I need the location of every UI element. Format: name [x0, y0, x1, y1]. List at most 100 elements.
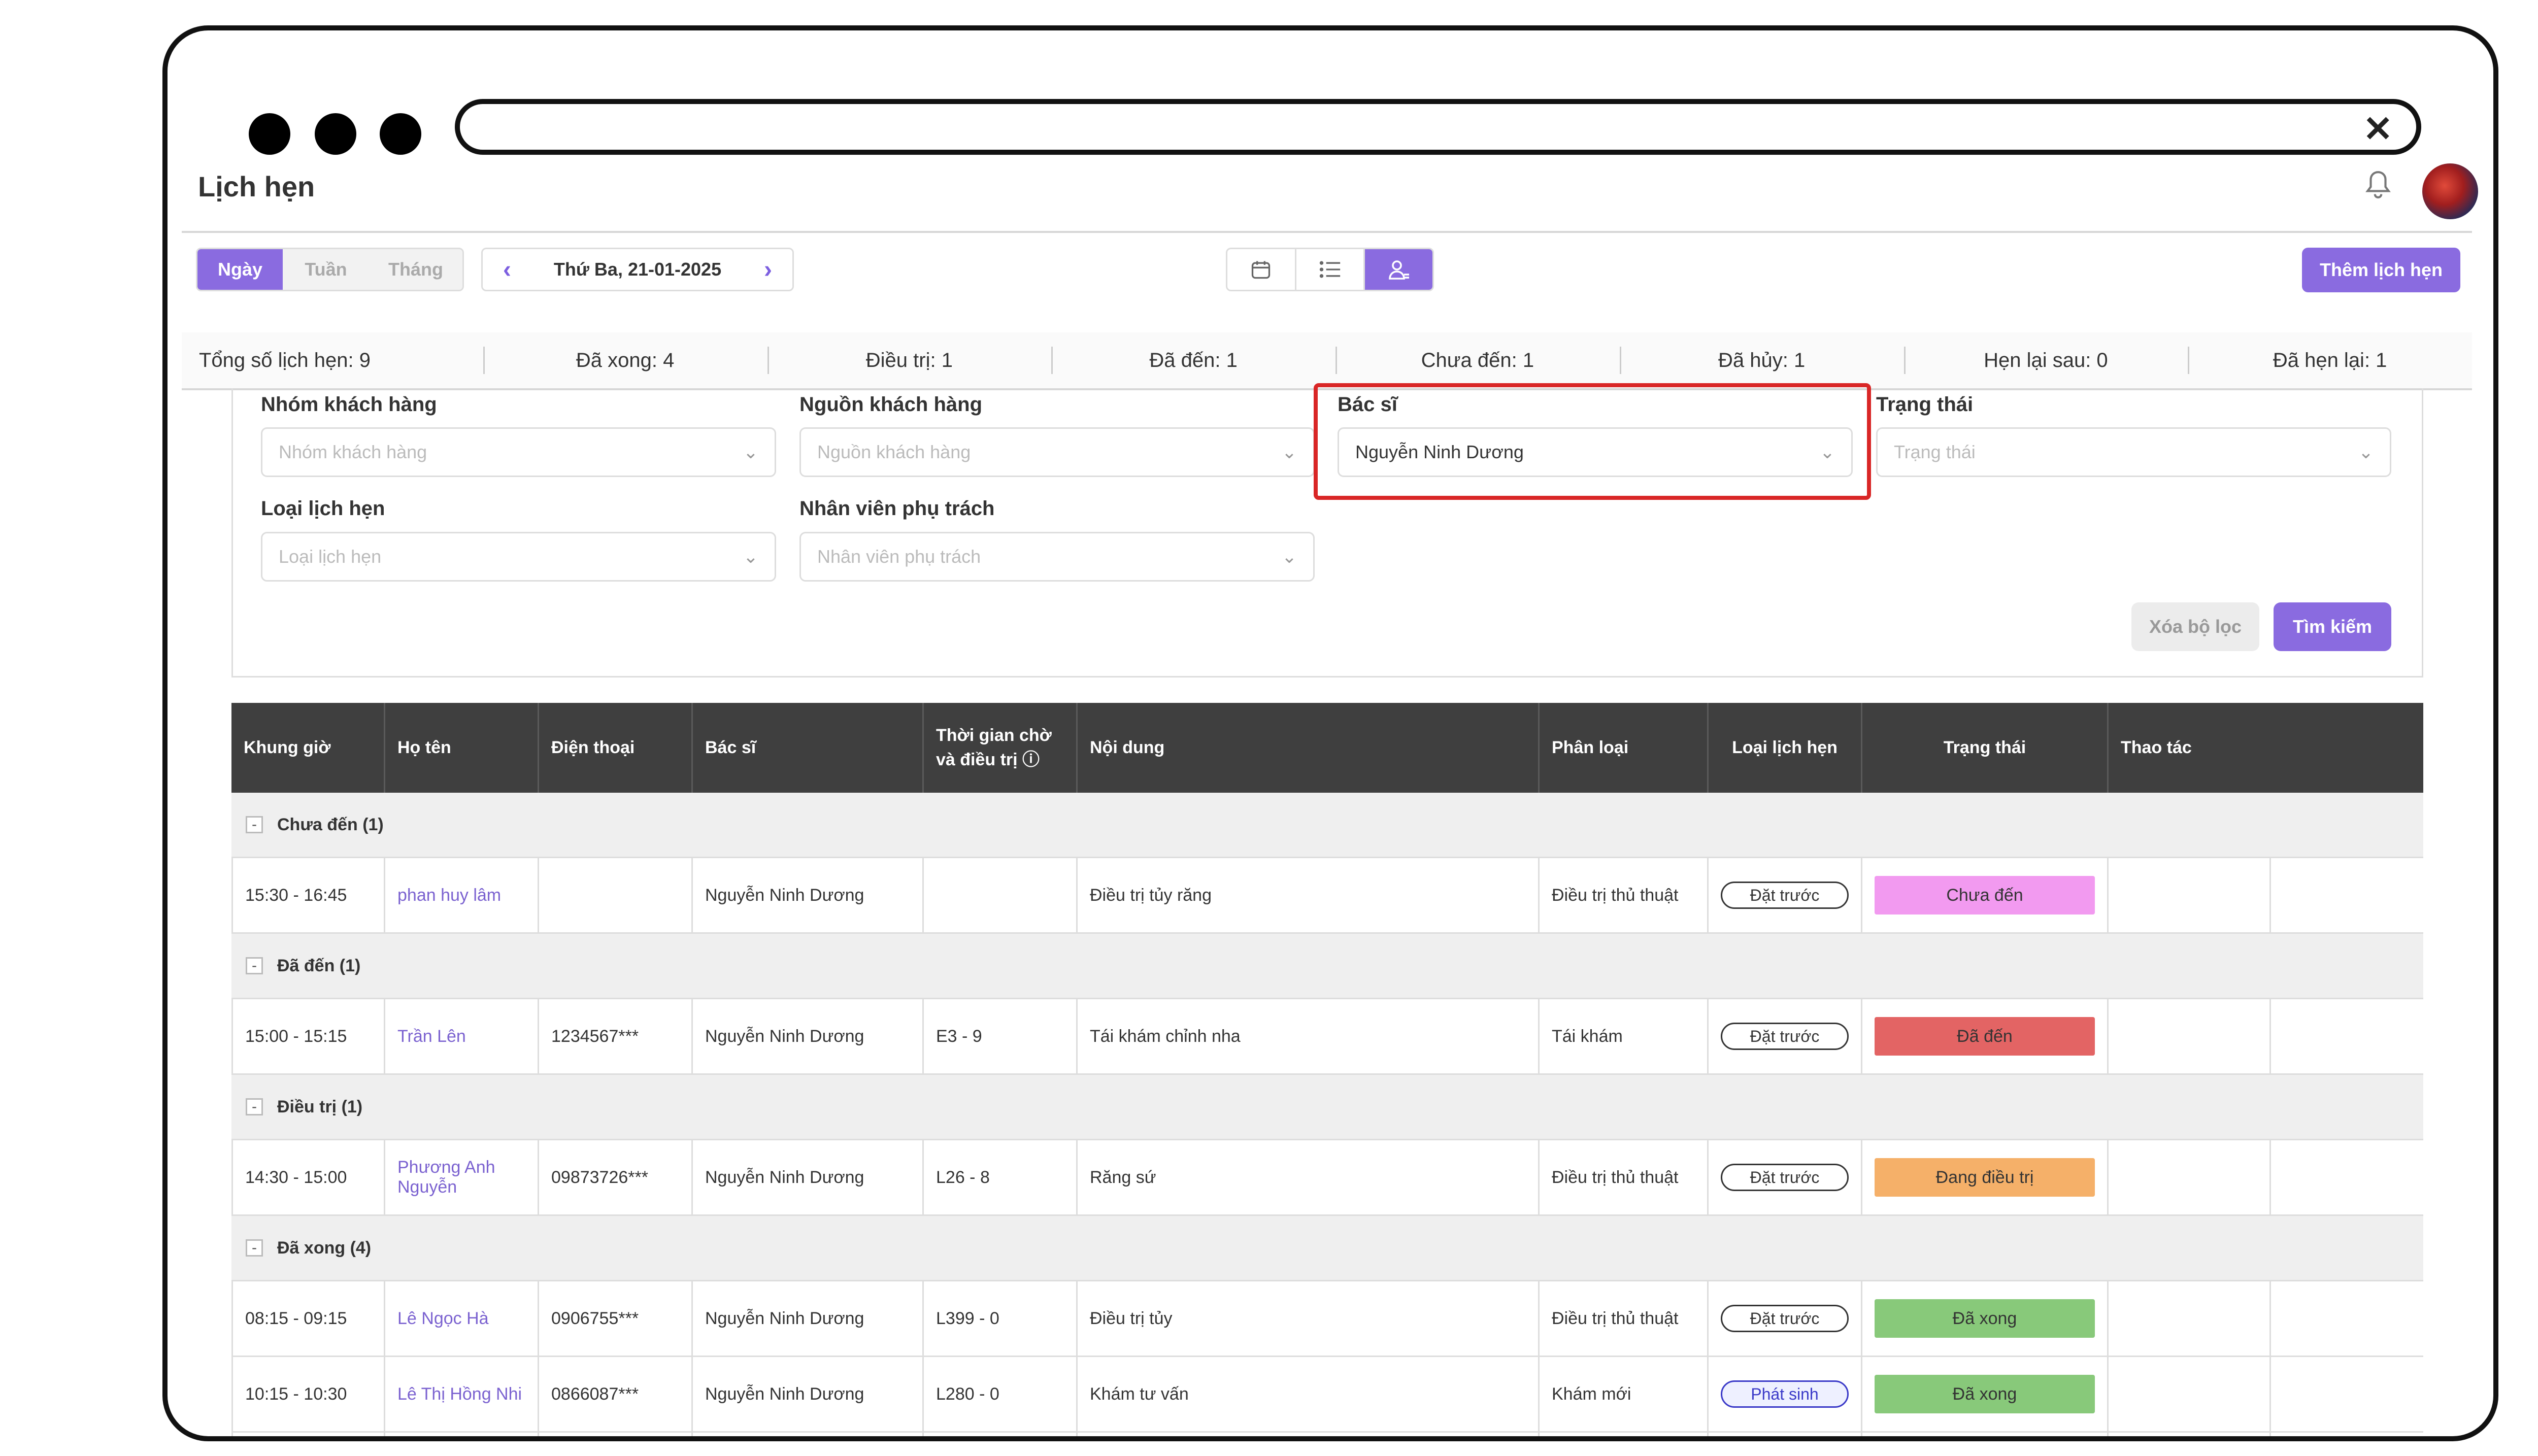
- select-placeholder: Nhóm khách hàng: [279, 442, 427, 462]
- list-icon: [1319, 261, 1341, 278]
- group-row[interactable]: - Chưa đến (1): [231, 793, 2423, 858]
- action-cell[interactable]: [2109, 1357, 2271, 1431]
- doctor-cell: [693, 1433, 924, 1436]
- content-cell: [1078, 1433, 1540, 1436]
- table-row[interactable]: 10:15 - 10:30 Lê Thị Hồng Nhi 0866087***…: [231, 1357, 2423, 1433]
- select-placeholder: Nhân viên phụ trách: [817, 546, 981, 567]
- action-cell[interactable]: [2109, 1281, 2271, 1356]
- collapse-icon[interactable]: -: [246, 816, 263, 833]
- phone-cell: 09873726***: [539, 1140, 693, 1214]
- status-select[interactable]: Trạng thái ⌄: [1876, 427, 2391, 477]
- close-icon[interactable]: ✕: [2363, 111, 2393, 147]
- patient-name-link[interactable]: Lê Ngọc Hà: [385, 1281, 539, 1356]
- table-row[interactable]: 14:30 - 15:00 Phương Anh Nguyễn 09873726…: [231, 1140, 2423, 1216]
- time-cell: 08:15 - 09:15: [231, 1281, 385, 1356]
- status-cell: Đã xong: [1862, 1357, 2109, 1431]
- group-row[interactable]: - Điều trị (1): [231, 1075, 2423, 1140]
- status-cell: Chưa đến: [1862, 858, 2109, 932]
- group-row[interactable]: - Đã đến (1): [231, 934, 2423, 999]
- select-placeholder: Trạng thái: [1894, 442, 1976, 462]
- filter-label: Nhóm khách hàng: [261, 393, 437, 416]
- chevron-right-icon[interactable]: ›: [764, 256, 772, 284]
- calendar-view-button[interactable]: [1227, 249, 1296, 290]
- type-badge: Đặt trước: [1721, 882, 1849, 909]
- window-dot: [315, 113, 356, 155]
- action-cell[interactable]: [2109, 858, 2271, 932]
- doctor-cell: Nguyễn Ninh Dương: [693, 1357, 924, 1431]
- group-label: Điều trị (1): [277, 1097, 363, 1116]
- date-navigator: ‹ Thứ Ba, 21-01-2025 ›: [481, 248, 794, 291]
- clear-filter-button[interactable]: Xóa bộ lọc: [2131, 602, 2259, 651]
- table-row[interactable]: 15:00 - 15:15 Trần Lên 1234567*** Nguyễn…: [231, 999, 2423, 1075]
- action-cell[interactable]: [2109, 999, 2271, 1073]
- customer-group-select[interactable]: Nhóm khách hàng ⌄: [261, 427, 776, 477]
- type-badge: Đặt trước: [1721, 1023, 1849, 1050]
- avatar[interactable]: [2422, 163, 2478, 219]
- time-cell: 15:30 - 16:45: [231, 858, 385, 932]
- stat-reschedule-later: Hẹn lại sau: 0: [1904, 332, 2188, 388]
- phone-cell: 0866087***: [539, 1357, 693, 1431]
- content-cell: Điều trị tủy: [1078, 1281, 1540, 1356]
- status-badge[interactable]: Đã xong: [1875, 1375, 2095, 1413]
- staff-select[interactable]: Nhân viên phụ trách ⌄: [799, 532, 1315, 582]
- stat-done: Đã xong: 4: [483, 332, 767, 388]
- address-bar[interactable]: ✕: [455, 99, 2421, 155]
- stat-arrived: Đã đến: 1: [1051, 332, 1335, 388]
- view-switcher: Ngày Tuần Tháng: [196, 248, 464, 291]
- phone-cell: [539, 858, 693, 932]
- filter-label: Nguồn khách hàng: [799, 393, 982, 416]
- doctor-view-button[interactable]: [1365, 249, 1432, 290]
- tab-month[interactable]: Tháng: [369, 249, 462, 290]
- group-label: Chưa đến (1): [277, 815, 384, 834]
- chevron-down-icon: ⌄: [2358, 442, 2374, 462]
- appointment-type-select[interactable]: Loại lịch hẹn ⌄: [261, 532, 776, 582]
- column-header: Thời gian chờ và điều trị ⓘ: [924, 703, 1078, 793]
- patient-name-link[interactable]: Lê Thị Hồng Nhi: [385, 1357, 539, 1431]
- name-cell: [385, 1433, 539, 1436]
- highlight-box: [1314, 383, 1871, 500]
- stat-treatment: Điều trị: 1: [767, 332, 1052, 388]
- table-row[interactable]: 15:30 - 16:45 phan huy lâm Nguyễn Ninh D…: [231, 858, 2423, 934]
- chevron-down-icon: ⌄: [743, 546, 758, 567]
- collapse-icon[interactable]: -: [246, 957, 263, 974]
- group-label: Đã xong (4): [277, 1238, 372, 1258]
- appointments-table: Khung giờ Họ tên Điện thoại Bác sĩ Thời …: [231, 703, 2423, 1436]
- patient-name-link[interactable]: phan huy lâm: [385, 858, 539, 932]
- table-row[interactable]: 08:15 - 09:15 Lê Ngọc Hà 0906755*** Nguy…: [231, 1281, 2423, 1357]
- search-button[interactable]: Tìm kiếm: [2274, 602, 2391, 651]
- status-badge[interactable]: Đã xong: [1875, 1299, 2095, 1338]
- type-cell: Đặt trước: [1709, 999, 1862, 1073]
- status-badge[interactable]: Đã đến: [1875, 1017, 2095, 1056]
- patient-name-link[interactable]: Phương Anh Nguyễn: [385, 1140, 539, 1214]
- action-cell[interactable]: [2109, 1140, 2271, 1214]
- collapse-icon[interactable]: -: [246, 1239, 263, 1257]
- window-dot: [380, 113, 421, 155]
- chevron-down-icon: ⌄: [1281, 442, 1297, 462]
- add-appointment-button[interactable]: Thêm lịch hẹn: [2302, 248, 2460, 292]
- collapse-icon[interactable]: -: [246, 1098, 263, 1115]
- time-cell: 15:00 - 15:15: [231, 999, 385, 1073]
- status-badge[interactable]: Đang điều trị: [1875, 1158, 2095, 1197]
- wait-cell: [924, 858, 1078, 932]
- content-cell: Răng sứ: [1078, 1140, 1540, 1214]
- table-row-partial: [231, 1433, 2423, 1436]
- list-view-button[interactable]: [1296, 249, 1365, 290]
- page-title: Lịch hẹn: [198, 171, 315, 202]
- current-date[interactable]: Thứ Ba, 21-01-2025: [554, 259, 721, 280]
- status-cell: [1862, 1433, 2109, 1436]
- customer-source-select[interactable]: Nguồn khách hàng ⌄: [799, 427, 1315, 477]
- doctor-cell: Nguyễn Ninh Dương: [693, 1140, 924, 1214]
- type-badge: Đặt trước: [1721, 1164, 1849, 1191]
- doctor-cell: Nguyễn Ninh Dương: [693, 858, 924, 932]
- bell-icon[interactable]: [2365, 170, 2391, 199]
- tab-week[interactable]: Tuần: [283, 249, 369, 290]
- select-placeholder: Loại lịch hẹn: [279, 546, 382, 567]
- stat-rescheduled: Đã hẹn lại: 1: [2188, 332, 2472, 388]
- type-cell: Phát sinh: [1709, 1357, 1862, 1431]
- status-badge[interactable]: Chưa đến: [1875, 876, 2095, 915]
- patient-name-link[interactable]: Trần Lên: [385, 999, 539, 1073]
- group-row[interactable]: - Đã xong (4): [231, 1216, 2423, 1281]
- tab-day[interactable]: Ngày: [197, 249, 283, 290]
- status-cell: Đã xong: [1862, 1281, 2109, 1356]
- chevron-left-icon[interactable]: ‹: [503, 256, 511, 284]
